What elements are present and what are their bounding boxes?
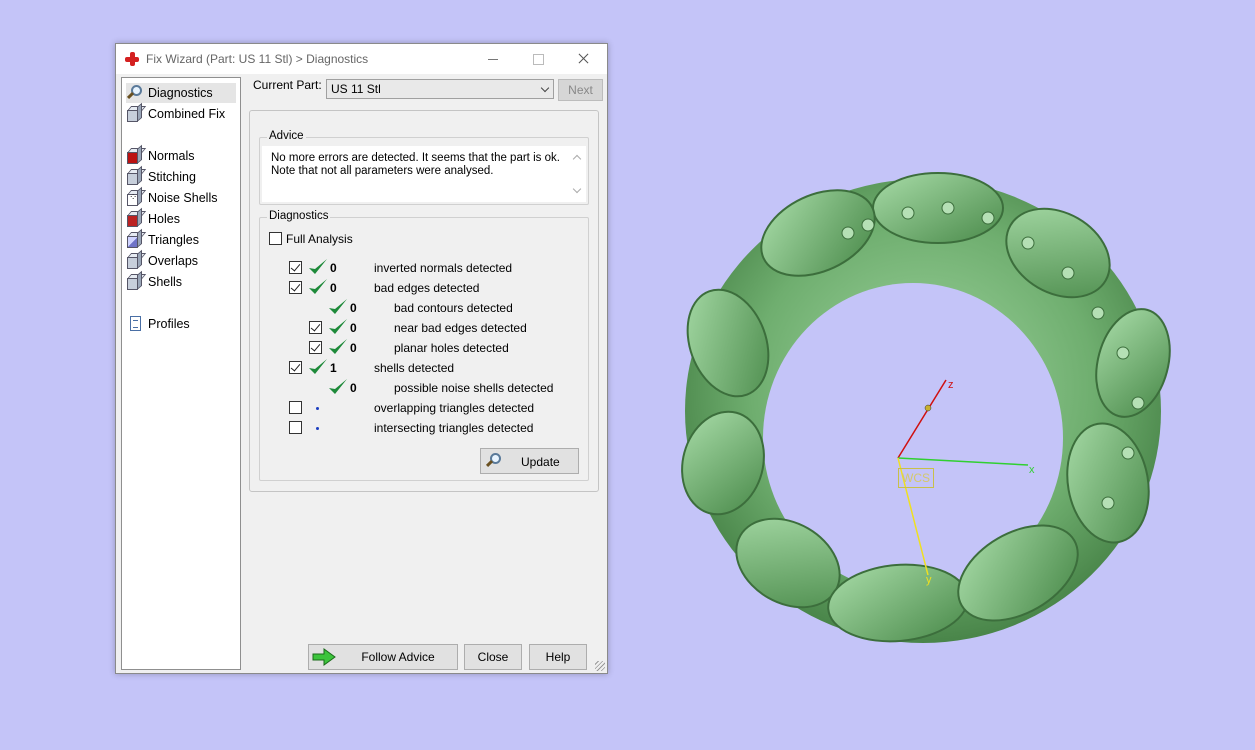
green-check-icon	[328, 318, 348, 336]
nav-item-label: Shells	[148, 275, 183, 289]
next-button[interactable]: Next	[558, 79, 603, 101]
overlaps-cube-icon	[126, 249, 147, 270]
pending-dot-icon	[316, 407, 319, 410]
nav-item-label: Normals	[148, 149, 195, 163]
bad-contours-count: 0	[350, 301, 357, 315]
nav-item-normals[interactable]: Normals	[126, 144, 195, 166]
green-check-icon	[308, 358, 328, 376]
green-check-icon	[328, 298, 348, 316]
noise-shells-count: 0	[350, 381, 357, 395]
update-button[interactable]: Update	[480, 448, 579, 474]
nav-item-noise-shells[interactable]: Noise Shells	[126, 186, 218, 208]
current-part-select[interactable]: US 11 Stl	[326, 79, 554, 99]
planar-holes-count: 0	[350, 341, 357, 355]
planar-holes-label: planar holes detected	[394, 341, 509, 355]
stitching-cube-icon	[126, 165, 147, 186]
nav-item-stitching[interactable]: Stitching	[126, 165, 196, 187]
red-cross-app-icon	[125, 52, 139, 66]
shells-count: 1	[330, 361, 337, 375]
nav-item-overlaps[interactable]: Overlaps	[126, 249, 199, 271]
holes-cube-icon	[126, 207, 147, 228]
document-icon	[126, 315, 144, 333]
nav-item-label: Noise Shells	[148, 191, 218, 205]
nav-item-label: Overlaps	[148, 254, 199, 268]
minimize-icon[interactable]	[471, 44, 516, 74]
advice-textbox[interactable]: No more errors are detected. It seems th…	[262, 146, 586, 202]
noise-shells-dice-icon	[126, 186, 147, 207]
triangles-cube-icon	[126, 228, 147, 249]
y-axis-label: y	[926, 574, 932, 586]
bad-edges-count: 0	[330, 281, 337, 295]
intersecting-triangles-checkbox[interactable]	[289, 421, 302, 434]
shells-cube-icon	[126, 270, 147, 291]
resize-grip[interactable]	[595, 661, 605, 671]
nav-item-label: Diagnostics	[148, 86, 213, 100]
title-bar[interactable]: Fix Wizard (Part: US 11 Stl) > Diagnosti…	[116, 44, 607, 74]
nav-item-label: Holes	[148, 212, 180, 226]
inverted-normals-count: 0	[330, 261, 337, 275]
green-check-icon	[328, 378, 348, 396]
shells-label: shells detected	[374, 361, 455, 375]
magnifier-icon	[485, 452, 503, 470]
nav-item-holes[interactable]: Holes	[126, 207, 180, 229]
chevron-down-icon	[540, 83, 550, 93]
follow-advice-button[interactable]: Follow Advice	[308, 644, 458, 670]
help-button[interactable]: Help	[529, 644, 587, 670]
magnifier-icon	[126, 84, 144, 102]
near-bad-edges-count: 0	[350, 321, 357, 335]
overlapping-triangles-checkbox[interactable]	[289, 401, 302, 414]
nav-item-label: Triangles	[148, 233, 199, 247]
pending-dot-icon	[316, 427, 319, 430]
scroll-up-icon[interactable]	[572, 154, 582, 164]
wcs-label: WCS	[898, 468, 934, 488]
near-bad-edges-label: near bad edges detected	[394, 321, 527, 335]
inverted-normals-label: inverted normals detected	[374, 261, 513, 275]
nav-item-label: Profiles	[148, 317, 190, 331]
green-check-icon	[328, 338, 348, 356]
advice-title: Advice	[267, 130, 306, 142]
nav-divider	[128, 134, 236, 135]
near-bad-edges-checkbox[interactable]	[309, 321, 322, 334]
inverted-normals-checkbox[interactable]	[289, 261, 302, 274]
bad-contours-label: bad contours detected	[394, 301, 513, 315]
bad-edges-label: bad edges detected	[374, 281, 480, 295]
cube-icon	[126, 102, 147, 123]
update-label: Update	[521, 455, 560, 469]
current-part-value: US 11 Stl	[331, 82, 381, 96]
advice-text: No more errors are detected. It seems th…	[271, 152, 560, 177]
green-check-icon	[308, 278, 328, 296]
close-window-icon[interactable]	[561, 44, 606, 74]
fix-wizard-window: Fix Wizard (Part: US 11 Stl) > Diagnosti…	[115, 43, 608, 674]
diagnostics-title: Diagnostics	[267, 210, 331, 222]
follow-advice-label: Follow Advice	[361, 650, 435, 664]
nav-item-label: Combined Fix	[148, 107, 226, 121]
bad-edges-checkbox[interactable]	[289, 281, 302, 294]
z-axis-label: z	[948, 379, 954, 391]
nav-item-triangles[interactable]: Triangles	[126, 228, 199, 250]
planar-holes-checkbox[interactable]	[309, 341, 322, 354]
nav-item-combined-fix[interactable]: Combined Fix	[126, 102, 226, 124]
advice-group: Advice No more errors are detected. It s…	[259, 130, 589, 205]
current-part-label: Current Part:	[253, 78, 322, 92]
full-analysis-checkbox[interactable]	[269, 232, 282, 245]
shells-checkbox[interactable]	[289, 361, 302, 374]
scroll-down-icon[interactable]	[572, 184, 582, 194]
green-check-icon	[308, 258, 328, 276]
nav-item-label: Stitching	[148, 170, 196, 184]
wizard-nav-panel: Diagnostics Combined Fix Normals Stitchi…	[121, 77, 241, 670]
x-axis-label: x	[1029, 464, 1035, 476]
window-title: Fix Wizard (Part: US 11 Stl) > Diagnosti…	[146, 52, 369, 66]
noise-shells-label: possible noise shells detected	[394, 381, 554, 395]
green-arrow-icon	[312, 648, 336, 666]
nav-item-profiles[interactable]: Profiles	[126, 314, 190, 334]
overlapping-triangles-label: overlapping triangles detected	[374, 401, 535, 415]
intersecting-triangles-label: intersecting triangles detected	[374, 421, 534, 435]
nav-item-shells[interactable]: Shells	[126, 270, 183, 292]
normals-cube-icon	[126, 144, 147, 165]
maximize-icon[interactable]	[516, 44, 561, 74]
nav-item-diagnostics[interactable]: Diagnostics	[126, 83, 236, 103]
nav-divider	[128, 302, 236, 303]
close-button[interactable]: Close	[464, 644, 522, 670]
full-analysis-label: Full Analysis	[286, 232, 353, 246]
